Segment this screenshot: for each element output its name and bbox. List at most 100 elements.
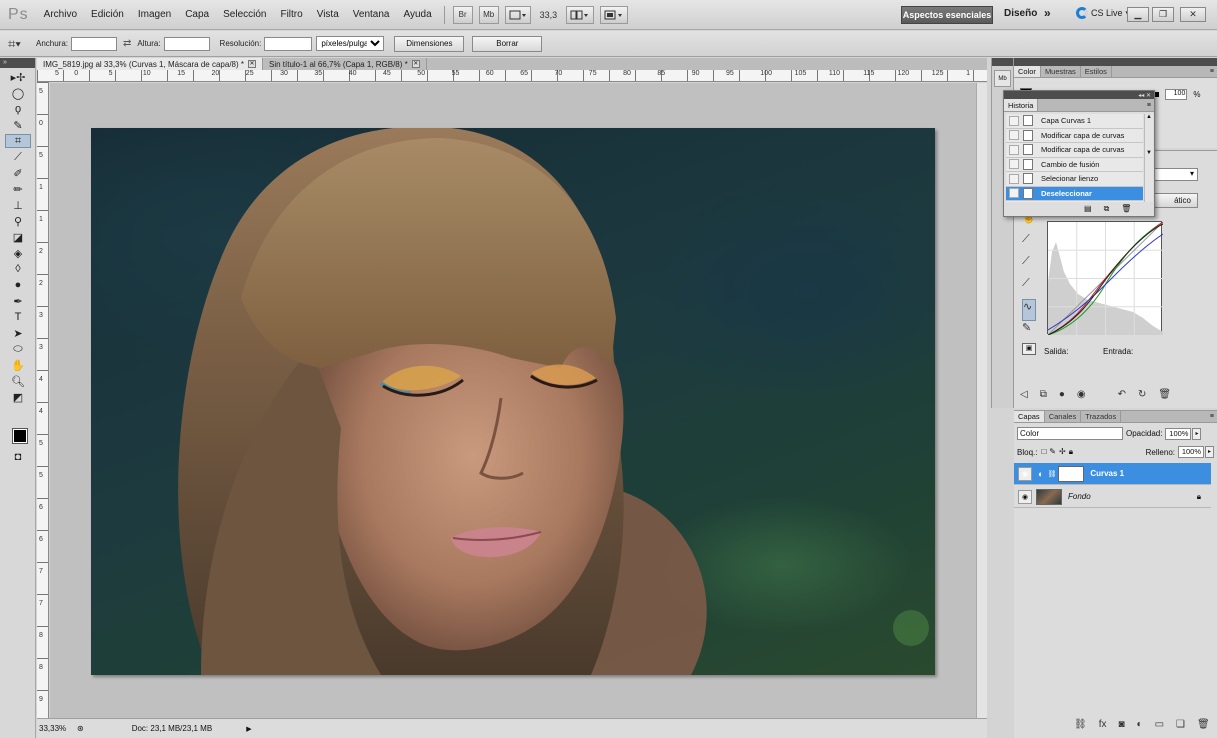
clip-to-layer-icon[interactable]: ● bbox=[1059, 389, 1065, 403]
menu-ayuda[interactable]: Ayuda bbox=[396, 9, 438, 20]
foreground-color-swatch[interactable] bbox=[12, 428, 28, 444]
history-item-selected[interactable]: Deseleccionar bbox=[1006, 186, 1143, 201]
workspace-design-button[interactable]: Diseño bbox=[1004, 8, 1037, 19]
k-value-input[interactable]: 100 bbox=[1165, 88, 1188, 100]
curve-point-tool-icon[interactable]: ∿ bbox=[1022, 299, 1036, 321]
layer-style-icon[interactable]: fx bbox=[1099, 719, 1107, 730]
brush-tool-icon[interactable]: ✏ bbox=[5, 182, 31, 196]
history-source-checkbox[interactable] bbox=[1009, 144, 1019, 155]
lasso-tool-icon[interactable]: ϙ bbox=[5, 102, 31, 116]
cs-live-button[interactable]: CS Live ▾ bbox=[1076, 7, 1130, 19]
menu-imagen[interactable]: Imagen bbox=[131, 9, 178, 20]
close-tab-icon[interactable]: ✕ bbox=[248, 60, 256, 68]
front-image-button[interactable]: Dimensiones bbox=[394, 35, 465, 52]
resolution-input[interactable] bbox=[264, 36, 313, 51]
curves-auto-button[interactable]: ático bbox=[1148, 193, 1198, 208]
history-item[interactable]: Cambio de fusión bbox=[1006, 158, 1143, 172]
history-source-checkbox[interactable] bbox=[1009, 173, 1019, 184]
history-item[interactable]: Selecionar lienzo bbox=[1006, 172, 1143, 187]
history-brush-tool-icon[interactable]: ⚲ bbox=[5, 214, 31, 228]
new-snapshot-icon[interactable]: ⧉ bbox=[1104, 204, 1110, 214]
status-zoom[interactable]: 33,33% bbox=[39, 722, 71, 736]
blur-tool-icon[interactable]: ◊ bbox=[5, 262, 31, 276]
move-tool-icon[interactable]: ▸✢ bbox=[5, 70, 31, 84]
marquee-tool-icon[interactable]: ◯ bbox=[5, 86, 31, 100]
swap-dimensions-icon[interactable]: ⇄ bbox=[123, 38, 131, 49]
tab-capas[interactable]: Capas bbox=[1014, 411, 1045, 422]
show-clipping-icon[interactable]: ▣ bbox=[1022, 343, 1036, 355]
eraser-tool-icon[interactable]: ◪ bbox=[5, 230, 31, 244]
white-point-eyedropper-icon[interactable]: ⟋ bbox=[1022, 277, 1036, 299]
close-tab-icon[interactable]: ✕ bbox=[411, 60, 420, 68]
type-tool-icon[interactable]: T bbox=[5, 310, 31, 324]
history-source-checkbox[interactable] bbox=[1009, 130, 1019, 141]
opacity-input[interactable]: 100% bbox=[1165, 427, 1192, 440]
curves-graph[interactable] bbox=[1047, 221, 1163, 335]
resolution-unit-select[interactable]: píxeles/pulgada bbox=[316, 36, 385, 51]
expanded-view-icon[interactable]: ⧉ bbox=[1040, 389, 1047, 403]
panel-menu-icon[interactable]: ≡ bbox=[1210, 411, 1217, 422]
zoom-level[interactable]: 33,3 bbox=[540, 10, 558, 20]
lock-icons[interactable]: □✎✢🔒︎ bbox=[1041, 447, 1076, 457]
fill-input[interactable]: 100% bbox=[1178, 446, 1204, 458]
gray-point-eyedropper-icon[interactable]: ⟋ bbox=[1022, 255, 1036, 277]
clone-stamp-tool-icon[interactable]: ⊥ bbox=[5, 198, 31, 212]
status-icon[interactable]: ⊛ bbox=[77, 724, 84, 733]
menu-ventana[interactable]: Ventana bbox=[346, 9, 397, 20]
tab-img-5819[interactable]: IMG_5819.jpg al 33,3% (Curvas 1, Máscara… bbox=[37, 58, 263, 70]
new-document-from-state-icon[interactable]: ▤ bbox=[1084, 204, 1092, 214]
tab-canales[interactable]: Canales bbox=[1045, 411, 1082, 422]
height-input[interactable] bbox=[163, 36, 210, 51]
link-icon[interactable]: ⛓ bbox=[1047, 470, 1056, 478]
tab-trazados[interactable]: Trazados bbox=[1081, 411, 1122, 422]
width-input[interactable] bbox=[71, 36, 118, 51]
close-button[interactable]: ✕ bbox=[1180, 7, 1206, 22]
minimize-button[interactable]: ▁ bbox=[1127, 7, 1149, 22]
crop-tool-icon[interactable]: ⌗ bbox=[5, 134, 31, 148]
panel-menu-icon[interactable]: ≡ bbox=[1210, 66, 1217, 77]
default-colors-icon[interactable]: ◩ bbox=[5, 390, 31, 404]
history-source-checkbox[interactable] bbox=[1009, 188, 1019, 199]
history-panel-header[interactable]: ◂◂ ✕ bbox=[1004, 91, 1154, 99]
healing-brush-tool-icon[interactable]: ✐ bbox=[5, 166, 31, 180]
tab-muestras[interactable]: Muestras bbox=[1041, 66, 1081, 77]
path-selection-tool-icon[interactable]: ➤ bbox=[5, 326, 31, 340]
layer-curvas-1[interactable]: ◉ ◐ ⛓ Curvas 1 bbox=[1014, 463, 1211, 485]
right-column-header[interactable] bbox=[1014, 58, 1217, 66]
history-source-checkbox[interactable] bbox=[1009, 159, 1019, 170]
tab-color[interactable]: Color bbox=[1014, 66, 1041, 77]
workspace-more-button[interactable]: » bbox=[1044, 6, 1051, 20]
pencil-curve-tool-icon[interactable]: ✎ bbox=[1022, 321, 1036, 343]
new-adjustment-icon[interactable]: ◐ bbox=[1137, 719, 1143, 730]
clear-button[interactable]: Borrar bbox=[472, 35, 543, 52]
quick-mask-icon[interactable]: ◘ bbox=[5, 450, 31, 464]
curves-preset-select[interactable]: ▾ bbox=[1148, 168, 1198, 181]
view-extras-button[interactable] bbox=[504, 5, 531, 24]
black-point-eyedropper-icon[interactable]: ⟋ bbox=[1022, 233, 1036, 255]
return-to-list-icon[interactable]: ◁ bbox=[1020, 389, 1028, 403]
menu-capa[interactable]: Capa bbox=[178, 9, 216, 20]
add-mask-icon[interactable]: ◙ bbox=[1118, 719, 1124, 730]
new-layer-icon[interactable]: ❏ bbox=[1176, 719, 1185, 730]
opacity-slider-button[interactable]: ▸ bbox=[1192, 427, 1202, 440]
arrange-documents-button[interactable] bbox=[566, 5, 595, 24]
tab-historia[interactable]: Historia bbox=[1004, 99, 1039, 111]
new-group-icon[interactable]: ▭ bbox=[1155, 719, 1164, 730]
workspace-essentials-button[interactable]: Aspectos esenciales bbox=[901, 6, 993, 24]
paint-bucket-tool-icon[interactable]: ◈ bbox=[5, 246, 31, 260]
layer-thumbnail[interactable] bbox=[1036, 488, 1062, 505]
toolbox-header[interactable]: » bbox=[0, 58, 35, 68]
tab-estilos[interactable]: Estilos bbox=[1081, 66, 1112, 77]
history-source-checkbox[interactable] bbox=[1009, 115, 1019, 126]
link-layers-icon[interactable]: ⛓ bbox=[1074, 719, 1087, 730]
eye-icon[interactable]: ◉ bbox=[1018, 466, 1032, 481]
eyedropper-tool-icon[interactable]: ⟋ bbox=[5, 150, 31, 164]
previous-state-icon[interactable]: ↶ bbox=[1118, 389, 1126, 403]
menu-archivo[interactable]: Archivo bbox=[37, 9, 84, 20]
shape-tool-icon[interactable]: ⬭ bbox=[5, 342, 31, 356]
minibridge-panel-icon[interactable]: Mb bbox=[994, 70, 1011, 87]
canvas-area[interactable] bbox=[50, 83, 976, 718]
visibility-icon[interactable]: ◉ bbox=[1077, 389, 1086, 403]
menu-filtro[interactable]: Filtro bbox=[273, 9, 309, 20]
hand-tool-icon[interactable]: ✋ bbox=[5, 358, 31, 372]
